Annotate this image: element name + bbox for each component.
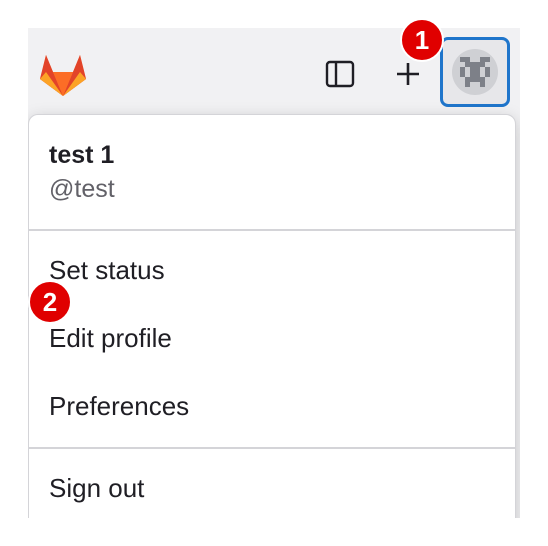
set-status-item[interactable]: Set status: [49, 255, 165, 286]
app-frame: test 1 @test Set status Edit profile Pre…: [28, 28, 520, 518]
sidebar-icon: [325, 60, 355, 88]
user-handle[interactable]: @test: [49, 175, 115, 204]
annotation-badge-1: 1: [400, 18, 444, 62]
annotation-badge-2: 2: [28, 280, 72, 324]
divider: [29, 447, 515, 449]
top-navbar: [28, 28, 520, 118]
user-name[interactable]: test 1: [49, 141, 114, 170]
edit-profile-item[interactable]: Edit profile: [49, 323, 172, 354]
avatar: [452, 49, 498, 95]
user-menu-dropdown: test 1 @test Set status Edit profile Pre…: [28, 114, 516, 518]
preferences-item[interactable]: Preferences: [49, 391, 189, 422]
plus-icon: [397, 63, 419, 85]
user-avatar-button[interactable]: [440, 37, 510, 107]
gitlab-logo-icon[interactable]: [38, 50, 88, 98]
sidebar-toggle-button[interactable]: [322, 58, 358, 90]
divider: [29, 229, 515, 231]
identicon-avatar-icon: [460, 57, 490, 87]
sign-out-item[interactable]: Sign out: [49, 473, 144, 504]
